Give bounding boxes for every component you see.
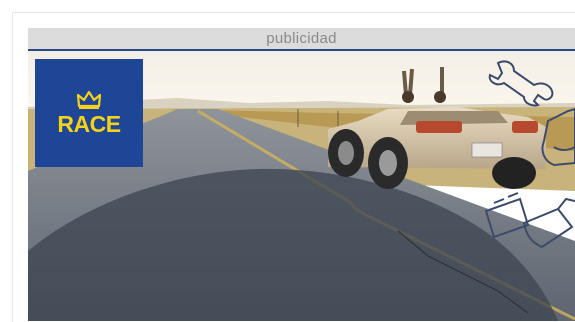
advertising-label: publicidad bbox=[28, 28, 575, 49]
crown-icon bbox=[76, 90, 102, 109]
logo-text: RACE bbox=[57, 110, 121, 137]
race-logo[interactable]: RACE bbox=[35, 59, 143, 167]
race-ad-banner[interactable]: RACE bbox=[28, 49, 575, 321]
